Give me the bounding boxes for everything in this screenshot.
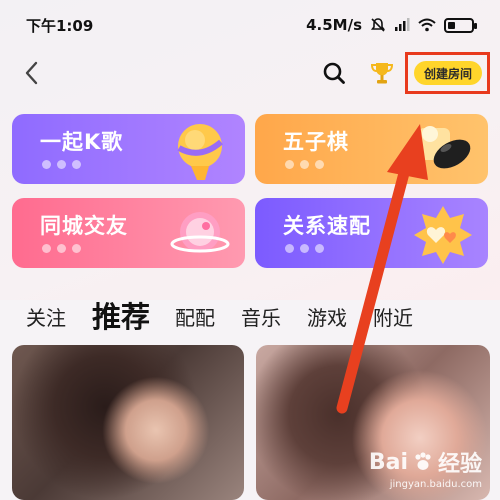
card-title: 五子棋 <box>283 130 349 154</box>
card-title: 关系速配 <box>283 214 371 238</box>
location-pin-icon <box>170 212 230 253</box>
trophy-button[interactable] <box>368 58 396 88</box>
battery-level <box>448 21 455 29</box>
status-time: 下午1:09 <box>26 16 94 35</box>
network-speed: 4.5M/s <box>306 16 362 34</box>
watermark: Bai 经验 jingyan.baidu.com <box>368 446 482 491</box>
wifi-icon <box>418 18 436 32</box>
tab-following[interactable]: 关注 <box>26 302 66 331</box>
status-bar: 下午1:09 4.5M/s <box>0 0 500 50</box>
top-nav: 创建房间 <box>0 50 500 95</box>
trophy-icon <box>370 63 394 84</box>
card-dots <box>285 160 324 169</box>
tab-games[interactable]: 游戏 <box>307 302 347 331</box>
search-button[interactable] <box>320 58 348 88</box>
gomoku-icon <box>418 126 471 169</box>
battery-icon <box>444 17 477 33</box>
card-quick-match[interactable]: 关系速配 <box>255 198 488 268</box>
create-room-button[interactable]: 创建房间 <box>414 61 482 85</box>
back-button[interactable] <box>18 58 46 88</box>
watermark-brand: Bai <box>368 449 408 475</box>
tab-nearby[interactable]: 附近 <box>373 302 413 331</box>
paw-icon <box>415 452 431 470</box>
card-dots <box>42 160 81 169</box>
room-thumbnail[interactable] <box>12 345 244 500</box>
create-room-highlight: 创建房间 <box>405 52 490 94</box>
search-icon <box>323 62 345 84</box>
status-indicators: 4.5M/s <box>306 16 477 34</box>
card-sing-together[interactable]: 一起K歌 <box>12 114 245 184</box>
category-tabs: 关注 推荐 配配 音乐 游戏 附近 <box>0 292 500 336</box>
card-title: 同城交友 <box>40 214 128 238</box>
signal-icon <box>394 18 410 32</box>
tab-recommended[interactable]: 推荐 <box>92 294 150 336</box>
microphone-icon <box>177 124 223 180</box>
mute-bell-icon <box>370 17 386 33</box>
card-title: 一起K歌 <box>40 130 124 154</box>
card-dots <box>285 244 324 253</box>
tab-pairing[interactable]: 配配 <box>175 302 215 331</box>
card-dots <box>42 244 81 253</box>
watermark-url: jingyan.baidu.com <box>389 479 482 490</box>
chevron-left-icon <box>25 61 38 85</box>
card-local-friends[interactable]: 同城交友 <box>12 198 245 268</box>
tab-music[interactable]: 音乐 <box>241 302 281 331</box>
card-gomoku[interactable]: 五子棋 <box>255 114 488 184</box>
hearts-badge-icon <box>414 206 472 264</box>
watermark-brand-cn: 经验 <box>437 452 482 477</box>
